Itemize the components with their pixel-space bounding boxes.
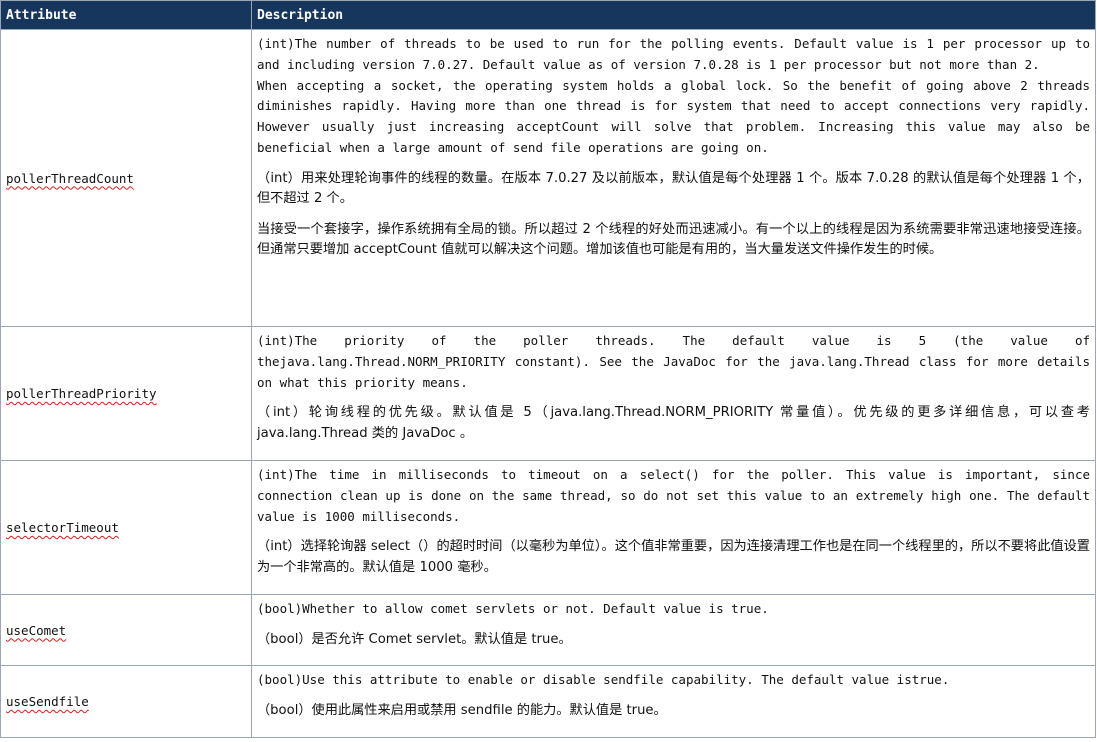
attribute-cell: useComet [0,594,252,666]
attribute-name: useComet [6,622,67,638]
description-chinese: 当接受一个套接字，操作系统拥有全局的锁。所以超过 2 个线程的好处而迅速减小。有… [257,221,1090,258]
description-cell: (int)The priority of the poller threads.… [251,326,1096,461]
description-chinese: （int）轮询线程的优先级。默认值是 5（java.lang.Thread.NO… [257,405,1090,441]
table-header: Attribute Description [0,0,1096,30]
attribute-name: useSendfile [6,694,89,709]
description-english: (int)The time in milliseconds to timeout… [257,467,1090,524]
description-chinese: （bool）是否允许 Comet servlet。默认值是 true。 [257,631,572,647]
description-chinese: （bool）使用此属性来启用或禁用 sendfile 的能力。默认值是 true… [257,702,667,718]
attribute-cell: useSendfile [0,665,252,738]
table-row: pollerThreadCount (int)The number of thr… [0,29,1096,327]
table-row: pollerThreadPriority (int)The priority o… [0,326,1096,461]
table-row: useComet (bool)Whether to allow comet se… [0,594,1096,666]
description-cell: (bool)Use this attribute to enable or di… [251,665,1096,738]
attribute-cell: selectorTimeout [0,460,252,595]
description-english: (bool)Whether to allow comet servlets or… [257,601,769,616]
description-english: (int)The number of threads to be used to… [257,36,1090,155]
description-chinese: （int）用来处理轮询事件的线程的数量。在版本 7.0.27 及以前版本，默认值… [257,170,1090,207]
description-cell: (int)The time in milliseconds to timeout… [251,460,1096,595]
column-header-description: Description [251,0,1096,30]
table-row: selectorTimeout (int)The time in millise… [0,460,1096,595]
description-cell: (bool)Whether to allow comet servlets or… [251,594,1096,666]
description-cell: (int)The number of threads to be used to… [251,29,1096,327]
table-row: useSendfile (bool)Use this attribute to … [0,665,1096,738]
attribute-cell: pollerThreadCount [0,29,252,327]
description-english: (bool)Use this attribute to enable or di… [257,672,950,687]
attribute-name: pollerThreadPriority [6,386,157,401]
attribute-cell: pollerThreadPriority [0,326,252,461]
table-header-row: Attribute Description [0,0,1096,30]
attribute-name: pollerThreadCount [6,170,134,186]
column-header-attribute: Attribute [0,0,252,30]
attribute-name: selectorTimeout [6,520,119,535]
attributes-table: Attribute Description pollerThreadCount … [0,0,1096,738]
description-chinese: （int）选择轮询器 select（）的超时时间（以毫秒为单位）。这个值非常重要… [257,539,1090,575]
description-english: (int)The priority of the poller threads.… [257,333,1090,390]
